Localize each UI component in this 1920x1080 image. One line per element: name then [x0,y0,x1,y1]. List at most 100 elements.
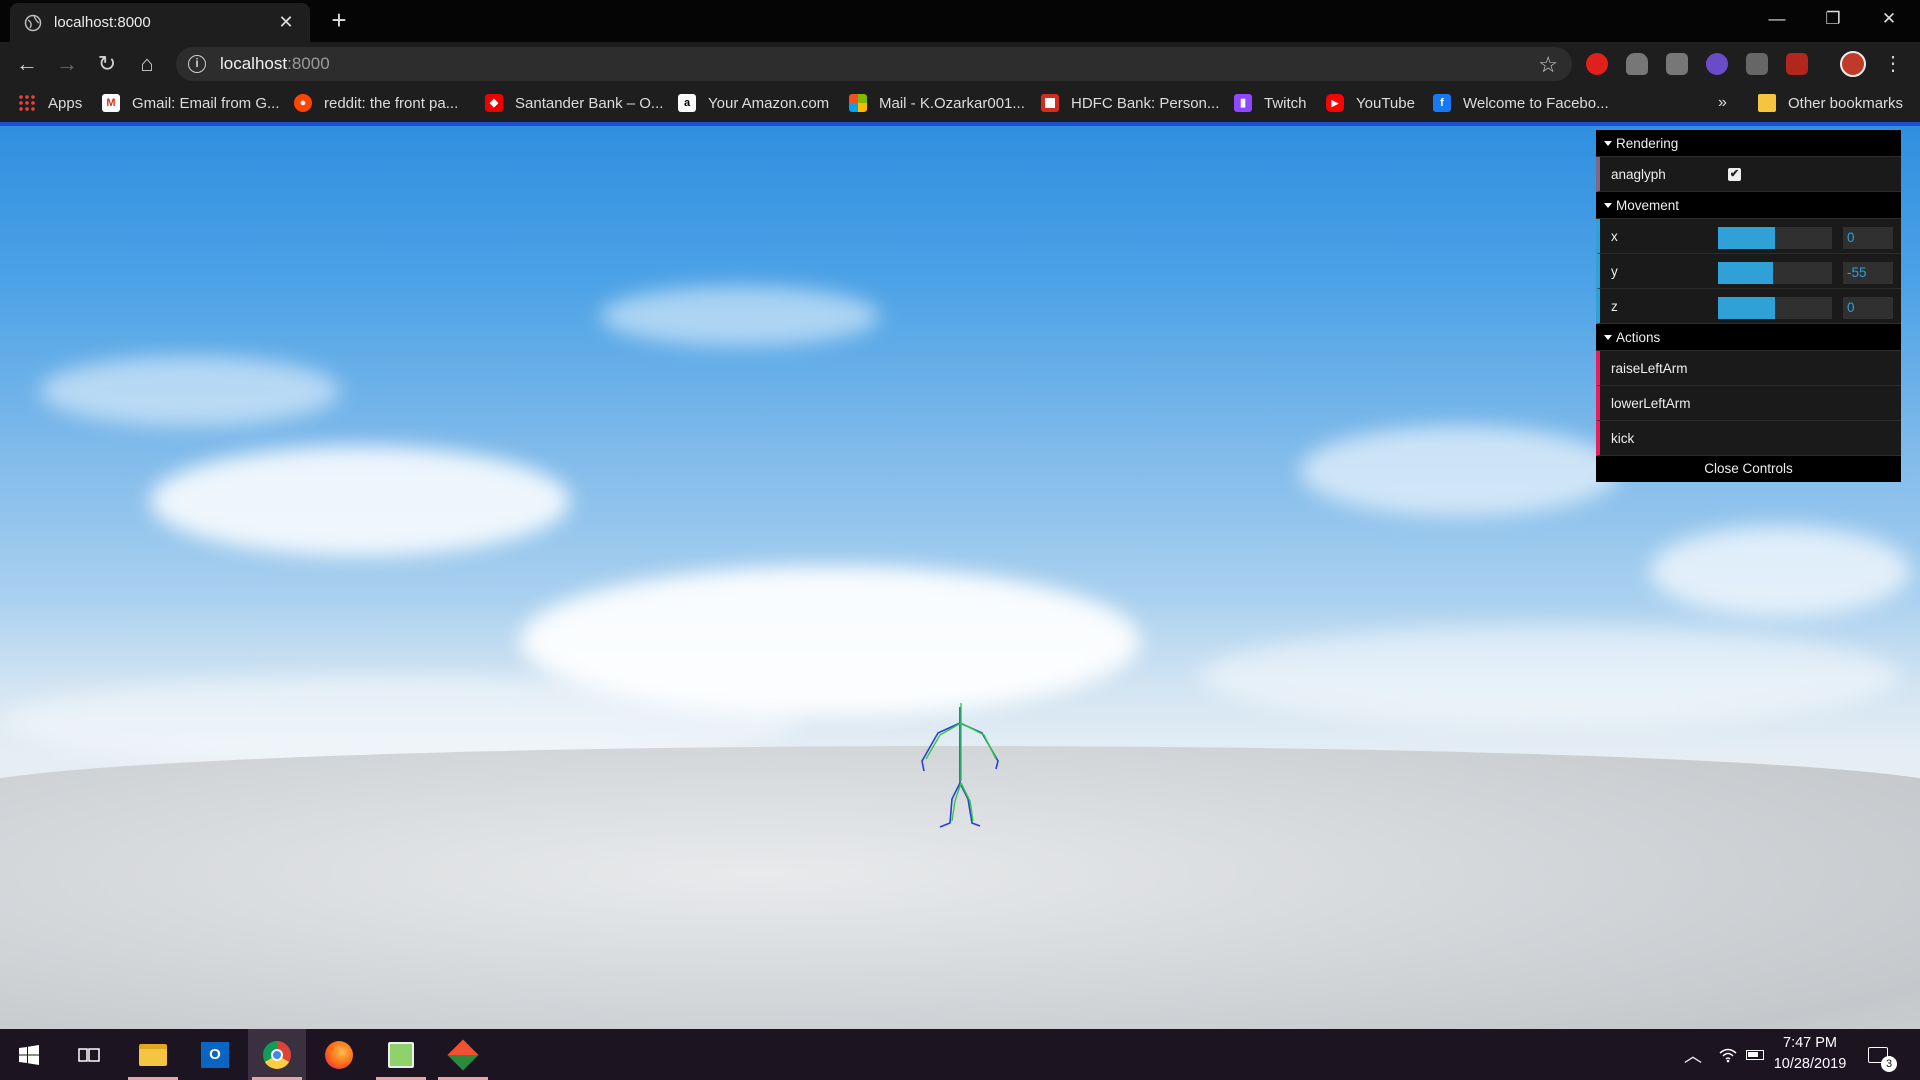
bookmark-star-icon[interactable]: ☆ [1538,52,1558,78]
bookmark-label: Santander Bank – O... [515,94,664,112]
extension-hat-icon[interactable] [1626,53,1648,75]
taskbar-notepad-plus[interactable] [372,1029,430,1080]
bookmark-youtube[interactable]: ▶ YouTube [1326,94,1415,112]
back-button[interactable]: ← [12,49,42,79]
clock-date: 10/28/2019 [1773,1056,1847,1072]
bookmarks-bar: Apps M Gmail: Email from G... ● reddit: … [0,86,1920,122]
cloud [150,446,570,556]
bookmark-apps[interactable]: Apps [18,94,82,112]
cloud [1200,626,1900,726]
task-view-button[interactable] [60,1029,118,1080]
bookmark-twitch[interactable]: ▮ Twitch [1234,94,1307,112]
x-slider[interactable] [1718,227,1832,249]
folder-icon [1758,94,1776,112]
extension-puzzle-icon[interactable] [1706,53,1728,75]
tab-title: localhost:8000 [54,14,151,31]
taskbar-file-explorer[interactable] [124,1029,182,1080]
restore-button[interactable]: ❐ [1810,0,1856,38]
home-button[interactable]: ⌂ [132,49,162,79]
folder-actions-title[interactable]: Actions [1596,324,1901,351]
forward-button[interactable]: → [52,49,82,79]
taskbar-clock[interactable]: 7:47 PM 10/28/2019 [1760,1033,1860,1075]
task-view-icon [78,1047,100,1062]
start-button[interactable] [0,1029,58,1080]
santander-icon: ◆ [485,94,503,112]
new-tab-button[interactable]: + [324,6,354,36]
other-bookmarks-label: Other bookmarks [1788,94,1904,112]
close-controls-button[interactable]: Close Controls [1596,456,1901,482]
cloud [40,356,340,426]
action-center-button[interactable]: 3 [1868,1029,1897,1080]
movement-z-row: z 0 [1596,289,1901,324]
bookmark-label: Welcome to Facebo... [1463,94,1609,112]
wifi-icon[interactable] [1718,1029,1738,1080]
profile-avatar[interactable] [1840,51,1866,77]
address-bar[interactable]: i localhost:8000 ☆ [176,47,1572,81]
bookmark-label: HDFC Bank: Person... [1071,94,1220,112]
taskbar-firefox[interactable] [310,1029,368,1080]
bookmarks-overflow-button[interactable]: » [1718,94,1727,112]
folder-rendering-title[interactable]: Rendering [1596,130,1901,157]
folder-movement-title[interactable]: Movement [1596,192,1901,219]
apps-grid-icon [18,94,36,112]
bookmark-reddit[interactable]: ● reddit: the front pa... [294,94,458,112]
z-slider[interactable] [1718,297,1832,319]
bookmark-outlook-mail[interactable]: Mail - K.Ozarkar001... [849,94,1025,112]
browser-toolbar: ← → ↻ ⌂ i localhost:8000 ☆ ⋮ [0,42,1920,86]
anaglyph-row[interactable]: anaglyph ✔ [1596,157,1901,192]
close-window-button[interactable]: ✕ [1866,0,1912,38]
extension-shield-icon[interactable] [1786,53,1808,75]
y-slider[interactable] [1718,262,1832,284]
bookmark-santander[interactable]: ◆ Santander Bank – O... [485,94,663,112]
extension-hand-icon[interactable] [1586,53,1608,75]
taskbar-chrome[interactable] [248,1029,306,1080]
firefox-icon [325,1040,353,1069]
bookmark-label: Your Amazon.com [708,94,830,112]
z-value-input[interactable]: 0 [1843,297,1893,319]
browser-menu-button[interactable]: ⋮ [1878,49,1908,79]
tab-localhost[interactable]: localhost:8000 ✕ [10,3,310,42]
reload-button[interactable]: ↻ [92,49,122,79]
bookmark-hdfc[interactable]: HDFC Bank: Person... [1041,94,1219,112]
bookmark-gmail[interactable]: M Gmail: Email from G... [102,94,280,112]
action-lower-left-arm[interactable]: lowerLeftArm [1596,386,1901,421]
cloud [1650,526,1910,616]
y-value-input[interactable]: -55 [1843,262,1893,284]
notification-icon: 3 [1868,1046,1897,1072]
tray-chevron-up-icon[interactable]: ︿ [1684,1029,1702,1080]
anaglyph-checkbox[interactable]: ✔ [1728,168,1741,181]
file-explorer-icon [139,1043,167,1066]
reddit-icon: ● [294,94,312,112]
other-bookmarks-folder[interactable]: Other bookmarks [1758,94,1903,112]
extension-f-icon[interactable] [1746,53,1768,75]
extension-grammarly-icon[interactable] [1666,53,1688,75]
tab-close-icon[interactable]: ✕ [276,12,296,33]
hdfc-icon [1041,94,1059,112]
bookmark-facebook[interactable]: f Welcome to Facebo... [1433,94,1609,112]
anaglyph-label: anaglyph [1611,167,1666,182]
action-raise-left-arm[interactable]: raiseLeftArm [1596,351,1901,386]
bookmark-label: reddit: the front pa... [324,94,459,112]
z-slider-fill [1718,297,1775,319]
bookmark-label: Mail - K.Ozarkar001... [879,94,1025,112]
taskbar-outlook[interactable]: O [186,1029,244,1080]
cloud [600,286,880,346]
chrome-icon [263,1040,291,1069]
cloud [1300,426,1620,516]
bookmark-label: Apps [48,94,83,112]
action-kick[interactable]: kick [1596,421,1901,456]
notification-count: 3 [1881,1055,1897,1072]
bookmark-label: Twitch [1264,94,1307,112]
tab-strip: localhost:8000 ✕ + — ❐ ✕ [0,0,1920,42]
bookmark-label: Gmail: Email from G... [132,94,280,112]
clock-time: 7:47 PM [1783,1035,1837,1051]
outlook-icon: O [201,1041,229,1068]
youtube-icon: ▶ [1326,94,1344,112]
git-icon [447,1038,479,1071]
gmail-icon: M [102,94,120,112]
site-info-icon[interactable]: i [188,55,206,73]
x-value-input[interactable]: 0 [1843,227,1893,249]
minimize-button[interactable]: — [1754,0,1800,38]
bookmark-amazon[interactable]: a Your Amazon.com [678,94,829,112]
taskbar-git[interactable] [434,1029,492,1080]
